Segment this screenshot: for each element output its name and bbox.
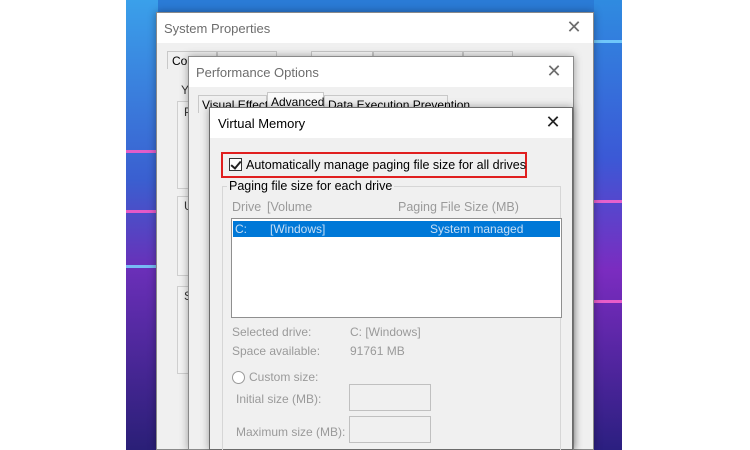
- drive-paging-size: System managed: [430, 222, 524, 236]
- column-drive: Drive: [232, 200, 262, 214]
- system-properties-title: System Properties: [164, 21, 271, 36]
- selected-drive-value: C: [Windows]: [350, 325, 421, 339]
- performance-options-titlebar[interactable]: Performance Options ✕: [189, 57, 573, 87]
- wallpaper-left-art: [126, 0, 158, 450]
- drive-volume: [Windows]: [270, 222, 326, 236]
- left-frame: [0, 0, 126, 450]
- initial-size-field[interactable]: [349, 384, 431, 411]
- close-icon[interactable]: ✕: [565, 17, 583, 37]
- space-available-value: 91761 MB: [350, 344, 405, 358]
- maximum-size-field[interactable]: [349, 416, 431, 443]
- virtual-memory-window: Virtual Memory ✕ Automatically manage pa…: [209, 107, 573, 450]
- system-properties-titlebar[interactable]: System Properties ✕: [157, 13, 593, 43]
- column-paging-size: Paging File Size (MB): [398, 200, 519, 214]
- drive-list[interactable]: C: [Windows] System managed: [231, 218, 562, 318]
- maximum-size-label: Maximum size (MB):: [236, 425, 346, 439]
- performance-options-title: Performance Options: [196, 65, 319, 80]
- right-frame: [622, 0, 750, 450]
- initial-size-label: Initial size (MB):: [236, 392, 322, 406]
- list-item[interactable]: C: [Windows] System managed: [233, 221, 560, 237]
- space-available-label: Space available:: [232, 344, 321, 358]
- virtual-memory-titlebar[interactable]: Virtual Memory ✕: [210, 108, 572, 138]
- selected-drive-label: Selected drive:: [232, 325, 312, 339]
- column-volume: [Volume: [267, 200, 313, 214]
- custom-size-radio[interactable]: [232, 371, 245, 384]
- drive-letter: C:: [235, 222, 247, 236]
- auto-manage-label[interactable]: Automatically manage paging file size fo…: [246, 158, 526, 172]
- virtual-memory-title: Virtual Memory: [218, 116, 306, 131]
- auto-manage-checkbox[interactable]: [229, 158, 242, 171]
- custom-size-label[interactable]: Custom size:: [249, 370, 318, 384]
- close-icon[interactable]: ✕: [544, 112, 562, 132]
- paging-file-group-title: Paging file size for each drive: [227, 179, 395, 193]
- close-icon[interactable]: ✕: [545, 61, 563, 81]
- wallpaper-right-art: [594, 0, 622, 450]
- auto-manage-highlight: Automatically manage paging file size fo…: [221, 152, 527, 178]
